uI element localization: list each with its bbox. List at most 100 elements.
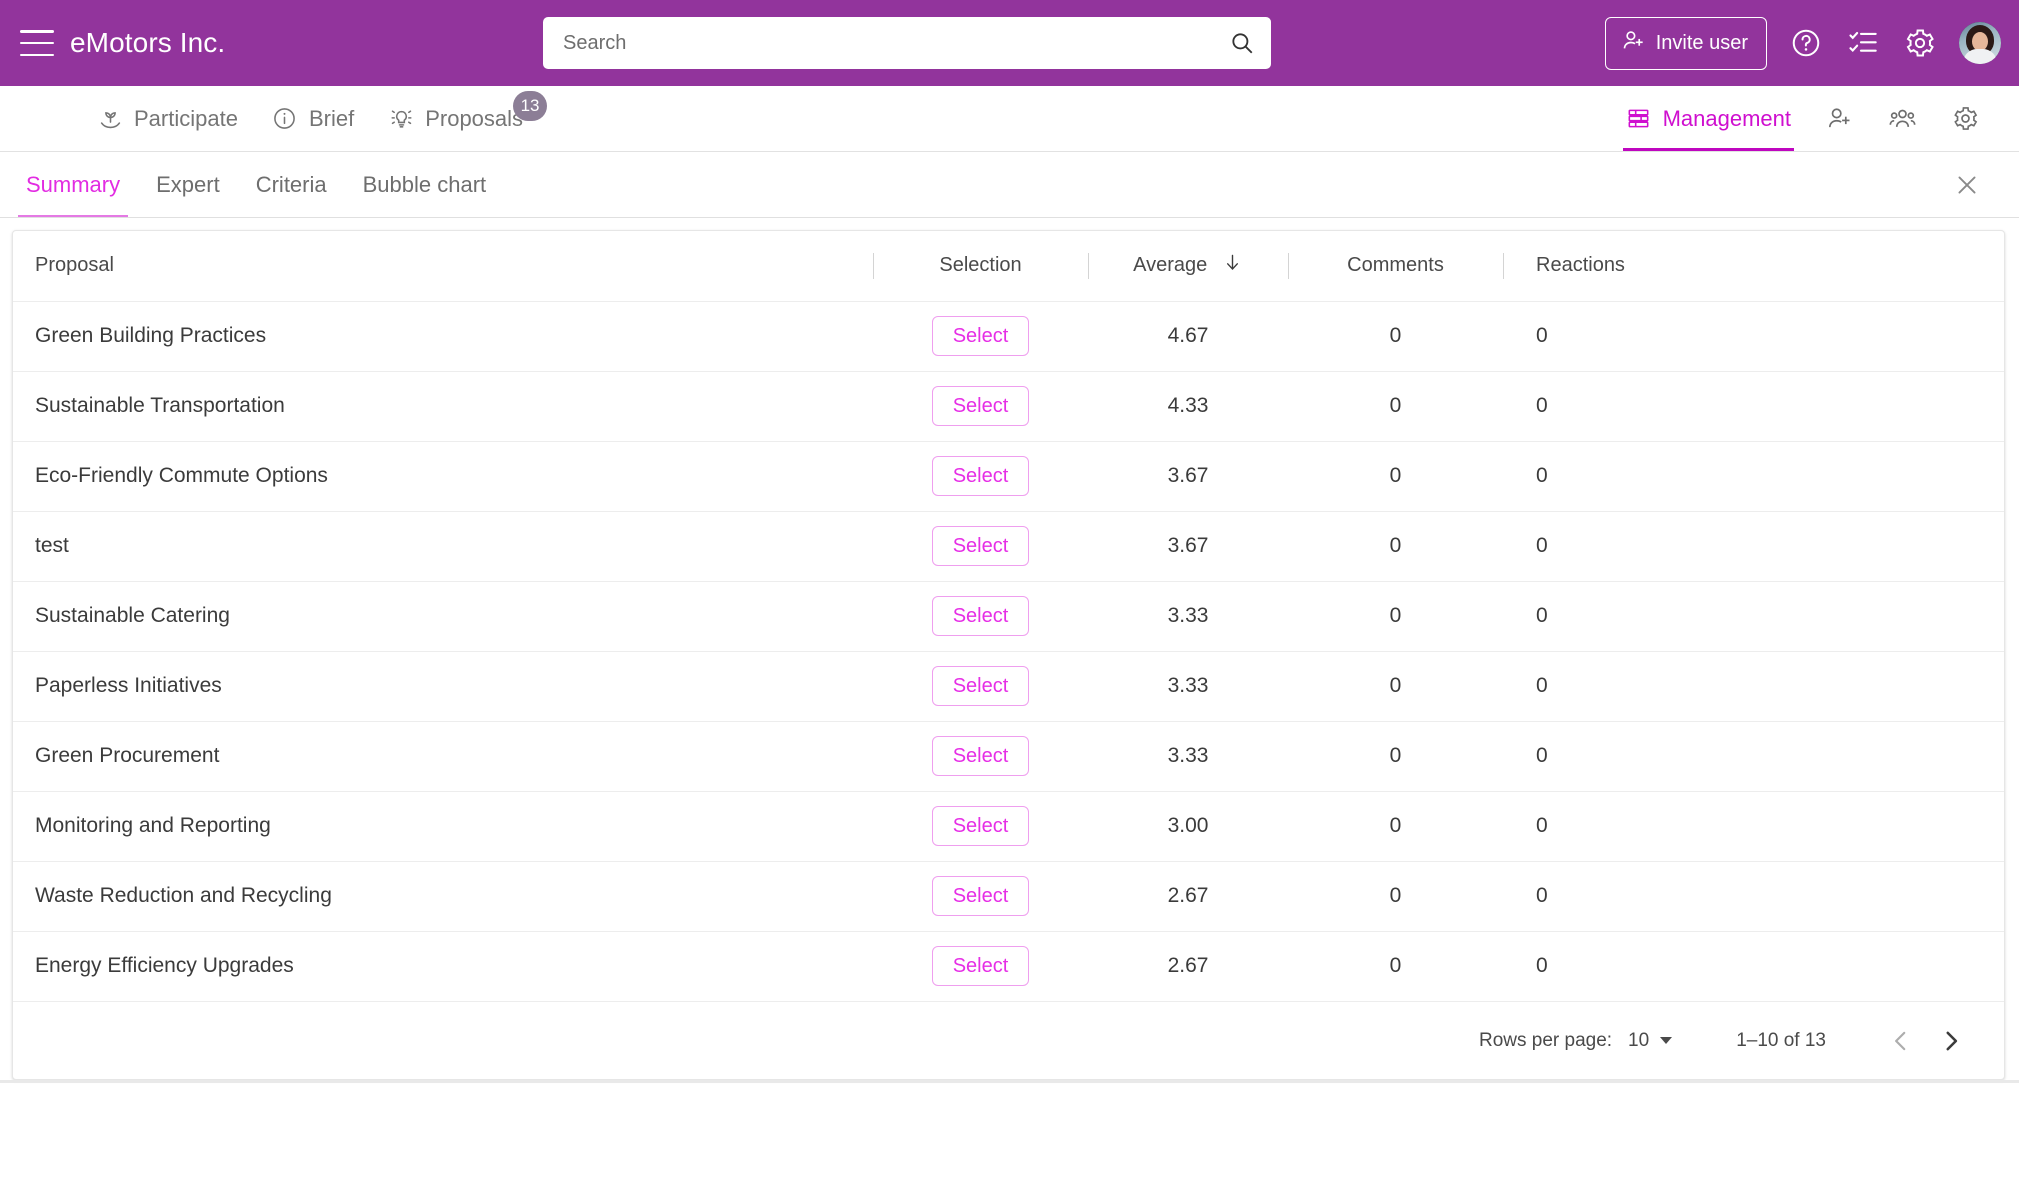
gear-icon[interactable] — [1902, 25, 1938, 61]
table-row[interactable]: test Select 3.67 0 0 — [13, 511, 2004, 581]
table-row[interactable]: Green Procurement Select 3.33 0 0 — [13, 721, 2004, 791]
table-rows-icon — [1626, 106, 1652, 132]
table-body: Green Building Practices Select 4.67 0 0 Sust… — [13, 301, 2004, 1001]
cell-reactions: 0 — [1536, 674, 1548, 697]
cell-selection: Select — [873, 441, 1088, 511]
cell-comments: 0 — [1389, 394, 1402, 417]
column-label: Comments — [1347, 254, 1444, 277]
nav-right-group: Management — [1609, 86, 2019, 151]
table-row[interactable]: Energy Efficiency Upgrades Select 2.67 0 0 — [13, 931, 2004, 1001]
cell-selection: Select — [873, 581, 1088, 651]
cell-reactions: 0 — [1536, 954, 1548, 978]
cell-reactions: 0 — [1536, 394, 1548, 417]
plant-hand-icon — [97, 106, 123, 132]
select-button[interactable]: Select — [931, 596, 1030, 636]
column-header-selection[interactable]: Selection — [873, 231, 1088, 301]
search-bar[interactable] — [543, 17, 1271, 69]
tab-label: Bubble chart — [362, 171, 487, 197]
table-row[interactable]: Sustainable Catering Select 3.33 0 0 — [13, 581, 2004, 651]
people-group-icon[interactable] — [1871, 86, 1934, 151]
arrow-down-icon — [1222, 252, 1243, 279]
question-circle-icon[interactable] — [1788, 25, 1824, 61]
invite-user-button[interactable]: Invite user — [1604, 16, 1767, 70]
tab-label: Summary — [26, 171, 121, 197]
select-button[interactable]: Select — [931, 386, 1030, 426]
column-header-proposal[interactable]: Proposal — [13, 231, 873, 301]
select-button[interactable]: Select — [931, 666, 1030, 706]
cell-proposal-name: Sustainable Catering — [35, 604, 230, 627]
search-input[interactable] — [563, 31, 1229, 55]
select-button[interactable]: Select — [931, 316, 1030, 356]
rows-per-page-select[interactable]: 10 — [1628, 1030, 1673, 1052]
cell-proposal-name: Paperless Initiatives — [35, 674, 222, 697]
cell-selection: Select — [873, 861, 1088, 931]
cell-proposal-name: Sustainable Transportation — [35, 394, 285, 417]
info-circle-icon — [272, 106, 298, 132]
cell-proposal-name: Energy Efficiency Upgrades — [35, 954, 294, 978]
top-header-bar: eMotors Inc. Invite user — [0, 0, 2019, 86]
nav-item-participate[interactable]: Participate — [80, 86, 255, 151]
horizontal-scroll-indicator[interactable] — [0, 1080, 2019, 1083]
cell-proposal-name: Green Building Practices — [35, 324, 267, 347]
nav-item-proposals[interactable]: Proposals 13 — [371, 86, 548, 151]
brand-title: eMotors Inc. — [70, 27, 226, 58]
table-row[interactable]: Sustainable Transportation Select 4.33 0 0 — [13, 371, 2004, 441]
cell-reactions: 0 — [1536, 464, 1548, 487]
cell-proposal-name: Green Procurement — [35, 744, 220, 767]
chevron-down-icon — [1660, 1037, 1673, 1044]
table-header: Proposal Selection Average Comments Reac… — [13, 231, 2004, 301]
table-row[interactable]: Paperless Initiatives Select 3.33 0 0 — [13, 651, 2004, 721]
cell-average: 2.67 — [1167, 954, 1209, 978]
select-button[interactable]: Select — [931, 526, 1030, 566]
nav-item-management[interactable]: Management — [1609, 86, 1808, 151]
next-page-button[interactable] — [1926, 1016, 1976, 1066]
sub-tab-bar: Summary Expert Criteria Bubble chart — [0, 152, 2019, 218]
select-button[interactable]: Select — [931, 806, 1030, 846]
close-icon[interactable] — [1937, 152, 1997, 217]
tab-bubble-chart[interactable]: Bubble chart — [345, 152, 505, 217]
column-header-average[interactable]: Average — [1088, 231, 1288, 301]
table-row[interactable]: Eco-Friendly Commute Options Select 3.67 0 0 — [13, 441, 2004, 511]
column-header-reactions[interactable]: Reactions — [1503, 231, 2004, 301]
cell-selection: Select — [873, 301, 1088, 371]
user-plus-icon — [1621, 28, 1646, 59]
table-header-row: Proposal Selection Average Comments Reac… — [13, 231, 2004, 301]
tab-summary[interactable]: Summary — [8, 152, 138, 217]
cell-reactions: 0 — [1536, 324, 1548, 347]
cell-reactions: 0 — [1536, 744, 1548, 767]
user-avatar[interactable] — [1959, 22, 2001, 64]
nav-item-label: Proposals — [425, 105, 524, 131]
column-header-comments[interactable]: Comments — [1288, 231, 1503, 301]
table-row[interactable]: Green Building Practices Select 4.67 0 0 — [13, 301, 2004, 371]
cell-average: 3.33 — [1167, 604, 1209, 627]
cell-average: 3.33 — [1167, 744, 1209, 767]
cell-selection: Select — [873, 371, 1088, 441]
cell-reactions: 0 — [1536, 604, 1548, 627]
nav-item-label: Participate — [134, 105, 238, 131]
main-navigation-bar: Participate Brief Proposals 13 Managemen… — [0, 86, 2019, 152]
header-actions: Invite user — [1604, 16, 2001, 70]
tab-criteria[interactable]: Criteria — [238, 152, 345, 217]
add-user-icon[interactable] — [1808, 86, 1871, 151]
search-icon[interactable] — [1229, 30, 1255, 56]
table-row[interactable]: Waste Reduction and Recycling Select 2.67 0… — [13, 861, 2004, 931]
pagination-range-label: 1–10 of 13 — [1736, 1029, 1826, 1051]
previous-page-button[interactable] — [1876, 1016, 1926, 1066]
cell-average: 3.00 — [1167, 814, 1209, 837]
cell-average: 4.67 — [1167, 324, 1209, 347]
nav-item-brief[interactable]: Brief — [255, 86, 371, 151]
select-button[interactable]: Select — [931, 876, 1030, 916]
table-row[interactable]: Monitoring and Reporting Select 3.00 0 0 — [13, 791, 2004, 861]
column-label: Reactions — [1536, 254, 1625, 277]
cell-selection: Select — [873, 651, 1088, 721]
select-button[interactable]: Select — [931, 946, 1030, 987]
tab-expert[interactable]: Expert — [138, 152, 238, 217]
cell-average: 4.33 — [1167, 394, 1209, 417]
gear-icon[interactable] — [1934, 86, 1997, 151]
hamburger-menu-icon[interactable] — [20, 30, 54, 56]
checklist-icon[interactable] — [1845, 25, 1881, 61]
select-button[interactable]: Select — [931, 736, 1030, 776]
cell-reactions: 0 — [1536, 534, 1548, 557]
rows-per-page-label: Rows per page: — [1478, 1029, 1613, 1051]
select-button[interactable]: Select — [931, 456, 1030, 496]
